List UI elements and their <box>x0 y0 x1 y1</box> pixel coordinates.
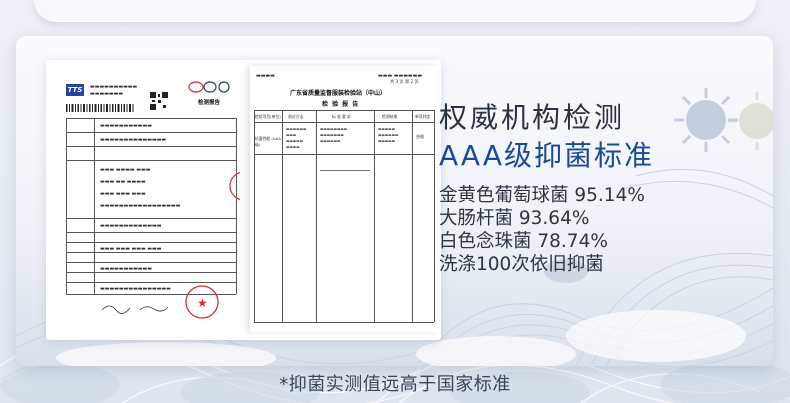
red-seal-icon: ★ <box>229 171 240 201</box>
report-doc-title: 检测报告 <box>198 100 221 106</box>
rate-staph-aureus: 金黄色葡萄球菌 95.14% <box>439 185 645 206</box>
heading-line-2: AAA级抑菌标准 <box>439 139 655 172</box>
report-scan: TTS ▬▬▬▬▬▬▬▬▬▬ ▬▬▬▬▬▬▬ 检测报告 ▬▬▬▬▬▬▬▬▬▬▬ … <box>46 60 441 340</box>
barcode-icon <box>66 104 134 112</box>
claims-column: 权威机构检测 AAA级抑菌标准 金黄色葡萄球菌 95.14% 大肠杆菌 93.6… <box>439 100 769 276</box>
qr-code-icon <box>150 92 168 110</box>
heading-line-1: 权威机构检测 <box>439 101 626 134</box>
signature-icon <box>101 305 169 314</box>
wash-durability: 洗涤100次依旧抑菌 <box>439 254 604 275</box>
red-seal-icon: ★ <box>185 285 219 319</box>
report-page-left: TTS ▬▬▬▬▬▬▬▬▬▬ ▬▬▬▬▬▬▬ 检测报告 ▬▬▬▬▬▬▬▬▬▬▬ … <box>60 70 240 332</box>
report-header-item: 检验项目(单位) <box>255 114 281 119</box>
certification-logos-icon <box>188 81 230 93</box>
report-header-standard: 标 准 要 求 <box>332 114 351 119</box>
top-panel <box>34 0 756 22</box>
svg-text:★: ★ <box>197 296 208 310</box>
rate-e-coli: 大肠杆菌 93.64% <box>439 208 590 229</box>
report-page-number: 共 3 页 第 2 页 <box>390 79 419 84</box>
report-row-label: 抗菌性能 (AAA级) <box>255 136 281 147</box>
rate-candida: 白色念珠菌 78.74% <box>439 231 608 252</box>
report-verdict-value: 合格 <box>416 134 424 139</box>
report-card: TTS ▬▬▬▬▬▬▬▬▬▬ ▬▬▬▬▬▬▬ 检测报告 ▬▬▬▬▬▬▬▬▬▬▬ … <box>16 36 773 366</box>
report-logo: TTS <box>66 84 84 96</box>
report-header-verdict: 单项判定 <box>415 114 431 119</box>
report-header-result: 检测结果 <box>382 114 398 119</box>
footnote-caption: *抑菌实测值远高于国家标准 <box>279 374 511 395</box>
report-page-right: ▬▬▬▬ ▬▬▬ ▬▬▬▬▬▬ 共 3 页 第 2 页 广东省质量监督服装检验站… <box>250 66 438 332</box>
report-header-method: 测试方法 <box>288 114 304 119</box>
report-institution-title: 广东省质量监督服装检验站（中山） <box>290 90 387 97</box>
report-subtitle: 检 验 报 告 <box>322 101 360 108</box>
